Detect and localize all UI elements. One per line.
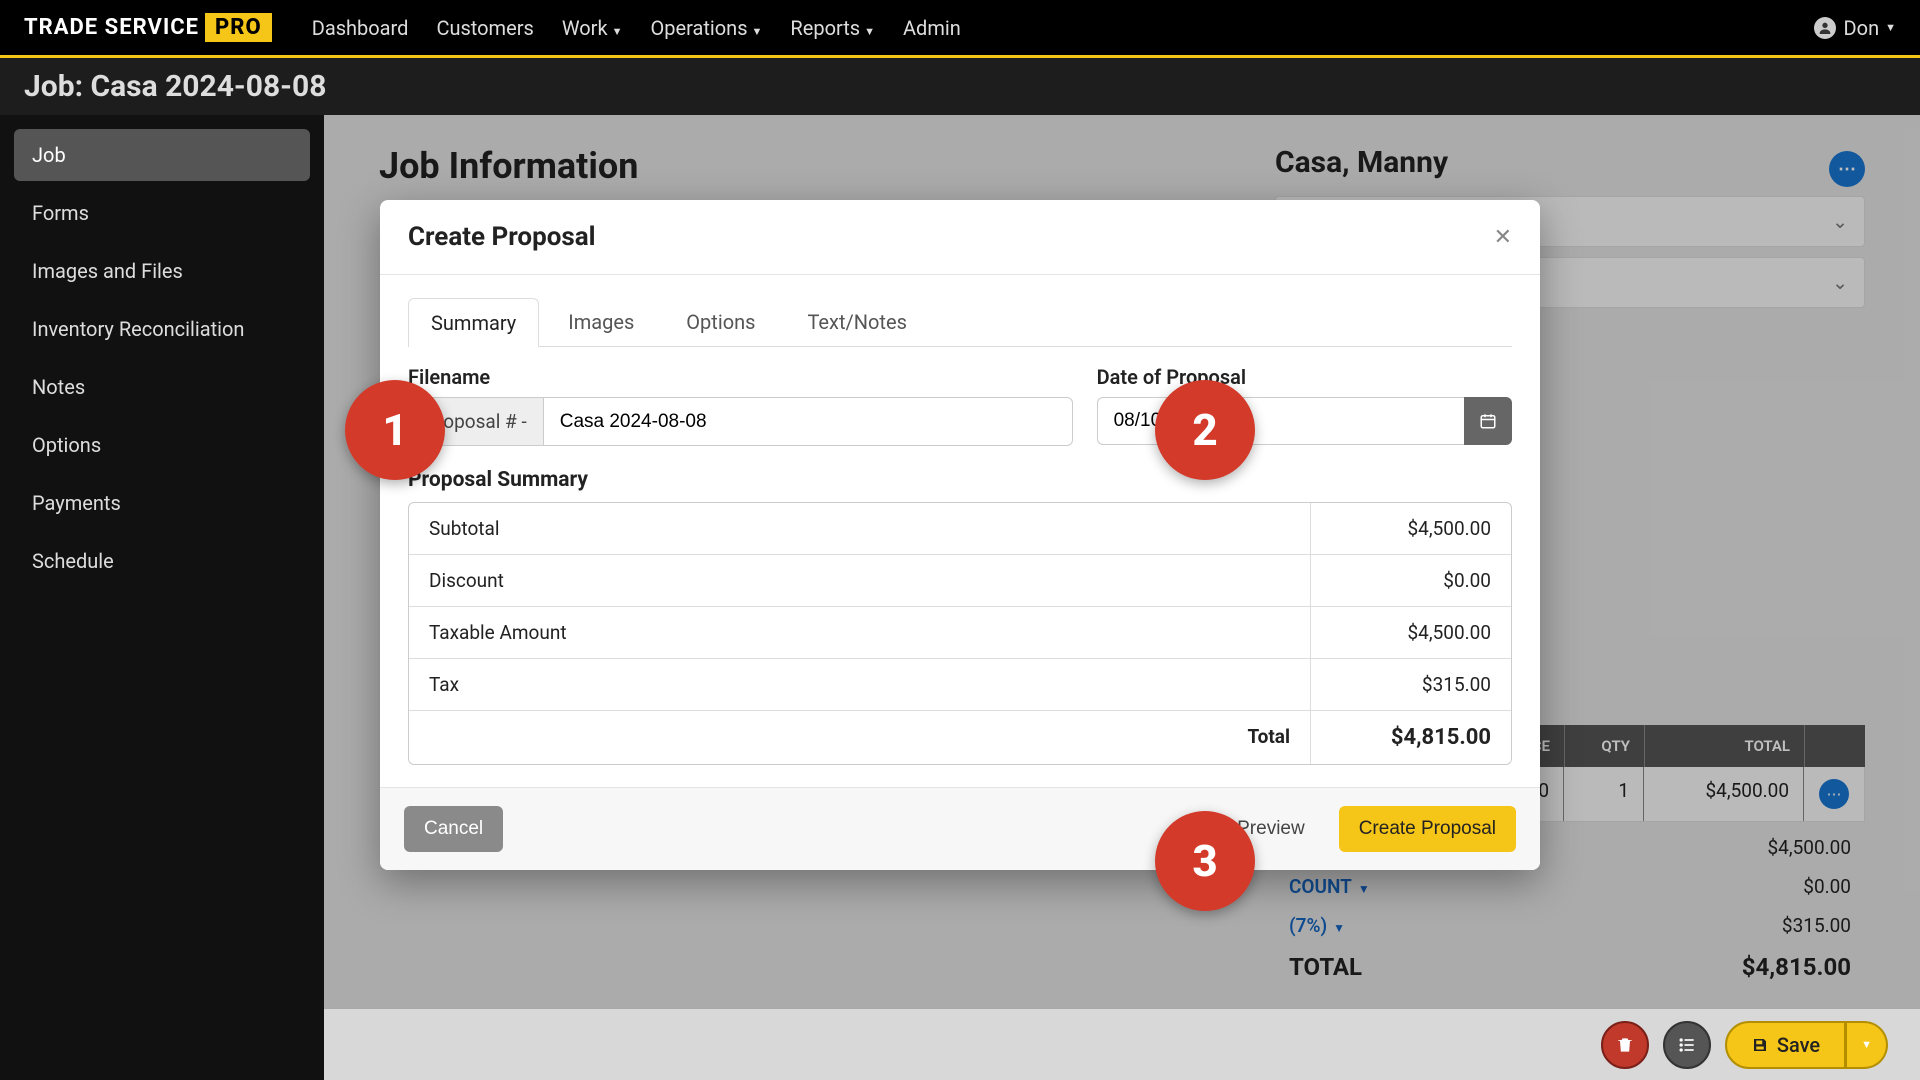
list-icon — [1677, 1035, 1697, 1055]
summary-row: Taxable Amount $4,500.00 — [409, 607, 1511, 659]
sidebar-item-forms[interactable]: Forms — [14, 187, 310, 239]
top-nav: TRADE SERVICE PRO Dashboard Customers Wo… — [0, 0, 1920, 58]
filename-input[interactable] — [543, 397, 1073, 446]
calendar-icon — [1479, 412, 1497, 430]
save-icon — [1751, 1036, 1769, 1054]
callout-3: 3 — [1155, 811, 1255, 911]
sidebar-item-images[interactable]: Images and Files — [14, 245, 310, 297]
proposal-summary-table: Subtotal $4,500.00 Discount $0.00 Taxabl… — [408, 502, 1512, 765]
user-icon — [1814, 17, 1836, 39]
nav-customers[interactable]: Customers — [436, 16, 533, 40]
sidebar-item-notes[interactable]: Notes — [14, 361, 310, 413]
brand-logo: TRADE SERVICE PRO — [24, 13, 272, 42]
sidebar-item-options[interactable]: Options — [14, 419, 310, 471]
sidebar-footer-fill — [0, 1008, 324, 1080]
tab-text-notes[interactable]: Text/Notes — [784, 297, 929, 346]
nav-operations[interactable]: Operations▼ — [650, 16, 762, 40]
nav-admin[interactable]: Admin — [903, 16, 961, 40]
summary-total-row: Total $4,815.00 — [409, 711, 1511, 764]
proposal-summary-label: Proposal Summary — [408, 468, 1512, 492]
tab-summary[interactable]: Summary — [408, 298, 539, 347]
date-label: Date of Proposal — [1097, 365, 1512, 389]
modal-header: Create Proposal ✕ — [380, 200, 1540, 275]
create-proposal-button[interactable]: Create Proposal — [1339, 806, 1516, 852]
filename-label: Filename — [408, 365, 1073, 389]
delete-button[interactable] — [1601, 1021, 1649, 1069]
nav-work[interactable]: Work▼ — [562, 16, 623, 40]
callout-2: 2 — [1155, 380, 1255, 480]
nav-dashboard[interactable]: Dashboard — [312, 16, 409, 40]
sidebar-item-schedule[interactable]: Schedule — [14, 535, 310, 587]
user-menu[interactable]: Don ▼ — [1814, 16, 1896, 40]
caret-down-icon: ▼ — [752, 25, 763, 38]
caret-down-icon: ▼ — [1861, 1038, 1872, 1051]
modal-tabs: Summary Images Options Text/Notes — [408, 297, 1512, 347]
save-button-group: Save ▼ — [1725, 1021, 1888, 1069]
save-dropdown[interactable]: ▼ — [1846, 1021, 1888, 1069]
tab-images[interactable]: Images — [545, 297, 657, 346]
nav-items: Dashboard Customers Work▼ Operations▼ Re… — [312, 16, 961, 40]
trash-icon — [1615, 1035, 1635, 1055]
footer-action-bar: Save ▼ — [324, 1008, 1920, 1080]
summary-row: Tax $315.00 — [409, 659, 1511, 711]
callout-1: 1 — [345, 380, 445, 480]
date-input[interactable] — [1097, 397, 1464, 445]
caret-down-icon: ▼ — [612, 25, 623, 38]
nav-reports[interactable]: Reports▼ — [790, 16, 875, 40]
modal-footer: Cancel Preview Create Proposal — [380, 787, 1540, 870]
cancel-button[interactable]: Cancel — [404, 806, 503, 852]
caret-down-icon: ▼ — [1885, 21, 1896, 34]
sidebar: Job Forms Images and Files Inventory Rec… — [0, 115, 324, 1008]
sidebar-item-job[interactable]: Job — [14, 129, 310, 181]
list-button[interactable] — [1663, 1021, 1711, 1069]
tab-options[interactable]: Options — [663, 297, 778, 346]
job-title: Job: Casa 2024-08-08 — [24, 69, 326, 104]
brand-badge: PRO — [205, 13, 272, 42]
modal-title: Create Proposal — [408, 222, 596, 252]
summary-row: Subtotal $4,500.00 — [409, 503, 1511, 555]
create-proposal-modal: Create Proposal ✕ Summary Images Options… — [380, 200, 1540, 870]
save-button[interactable]: Save — [1725, 1021, 1846, 1069]
sidebar-item-payments[interactable]: Payments — [14, 477, 310, 529]
brand-name: TRADE SERVICE — [24, 15, 199, 40]
sidebar-item-inventory[interactable]: Inventory Reconciliation — [14, 303, 310, 355]
user-name: Don — [1844, 16, 1880, 40]
caret-down-icon: ▼ — [864, 25, 875, 38]
date-picker-button[interactable] — [1464, 397, 1512, 445]
close-button[interactable]: ✕ — [1494, 225, 1512, 250]
summary-row: Discount $0.00 — [409, 555, 1511, 607]
job-header: Job: Casa 2024-08-08 — [0, 58, 1920, 115]
